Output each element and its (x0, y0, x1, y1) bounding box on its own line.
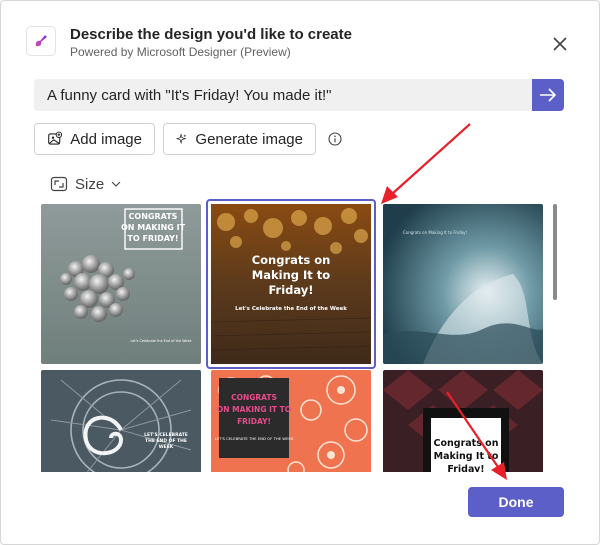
design-5-line-2: ON MAKING IT TO (217, 405, 291, 414)
results-scrollbar-thumb[interactable] (553, 204, 557, 300)
design-option-5[interactable]: CONGRATS ON MAKING IT TO FRIDAY! LET'S C… (211, 370, 371, 472)
design-2-line-1: Congrats on (252, 253, 331, 267)
generate-image-label: Generate image (195, 130, 303, 148)
sparkle-icon (176, 133, 187, 145)
size-label: Size (75, 175, 105, 193)
image-add-icon (48, 131, 63, 145)
design-4-line-1: LET'S CELEBRATE (144, 432, 188, 438)
design-2-caption: Let's Celebrate the End of the Week (235, 306, 347, 312)
design-results-grid: CONGRATS ON MAKING IT TO FRIDAY! Let's C… (36, 198, 548, 472)
dialog-title: Describe the design you'd like to create (70, 26, 352, 43)
info-icon[interactable] (328, 132, 342, 146)
design-option-2[interactable]: Congrats on Making It to Friday! Let's C… (206, 199, 376, 369)
design-2-line-2: Making It to (252, 268, 330, 282)
design-1-line-1: CONGRATS (129, 212, 178, 221)
add-image-label: Add image (70, 130, 142, 148)
design-6-line-3: Friday! (447, 464, 484, 472)
design-option-4[interactable]: LET'S CELEBRATE THE END OF THE WEEK (41, 370, 201, 472)
done-button[interactable]: Done (468, 487, 564, 517)
close-icon (553, 37, 567, 51)
resize-icon (50, 176, 68, 192)
arrow-right-icon (540, 88, 557, 102)
designer-logo-icon (26, 26, 56, 56)
size-dropdown[interactable]: Size (50, 174, 121, 194)
design-1-caption: Let's Celebrate the End of the Week (130, 339, 191, 343)
design-5-line-3: FRIDAY! (237, 417, 271, 426)
design-option-1[interactable]: CONGRATS ON MAKING IT TO FRIDAY! Let's C… (41, 204, 201, 364)
design-6-line-1: Congrats on (434, 438, 499, 449)
design-1-line-3: TO FRIDAY! (127, 234, 178, 243)
design-prompt-input[interactable]: A funny card with "It's Friday! You made… (34, 79, 532, 111)
dialog-subtitle: Powered by Microsoft Designer (Preview) (70, 45, 291, 59)
design-2-line-3: Friday! (268, 283, 313, 297)
chevron-down-icon (111, 181, 121, 187)
design-5-line-1: CONGRATS (231, 393, 277, 402)
generate-image-button[interactable]: Generate image (163, 123, 316, 155)
design-4-line-2: THE END OF THE (145, 438, 187, 444)
generate-submit-button[interactable] (532, 79, 564, 111)
design-1-line-2: ON MAKING IT (121, 223, 186, 232)
design-option-6[interactable]: Congrats on Making It to Friday! (383, 370, 543, 472)
add-image-button[interactable]: Add image (34, 123, 155, 155)
close-button[interactable] (548, 32, 572, 56)
design-6-line-2: Making It to (434, 451, 499, 462)
design-4-line-3: WEEK (159, 444, 174, 450)
design-option-3[interactable]: Congrats on Making It to Friday! (383, 204, 543, 364)
design-3-line-1: Congrats on Making It to Friday! (403, 230, 467, 235)
design-5-caption: LET'S CELEBRATE THE END OF THE WEEK (215, 436, 294, 441)
